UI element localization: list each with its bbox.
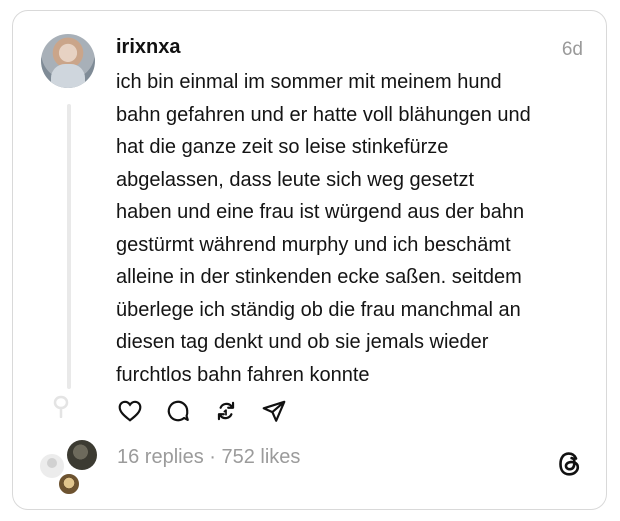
post-text: ich bin einmal im sommer mit meinem hund…: [116, 71, 531, 386]
threads-logo-icon: [559, 452, 580, 476]
username[interactable]: irixnxa: [116, 36, 180, 59]
avatar[interactable]: [41, 34, 95, 88]
share-icon[interactable]: [261, 398, 287, 424]
repost-icon[interactable]: [213, 398, 239, 424]
thread-line: [67, 104, 71, 389]
heart-icon[interactable]: [117, 398, 143, 424]
replier-avatar: [67, 440, 97, 470]
timestamp: 6d: [561, 39, 583, 60]
replier-avatar: [57, 472, 81, 496]
thread-loop-icon: [53, 395, 69, 418]
comment-icon[interactable]: [165, 398, 191, 424]
replies-likes-count[interactable]: 16 replies · 752 likes: [117, 446, 300, 469]
